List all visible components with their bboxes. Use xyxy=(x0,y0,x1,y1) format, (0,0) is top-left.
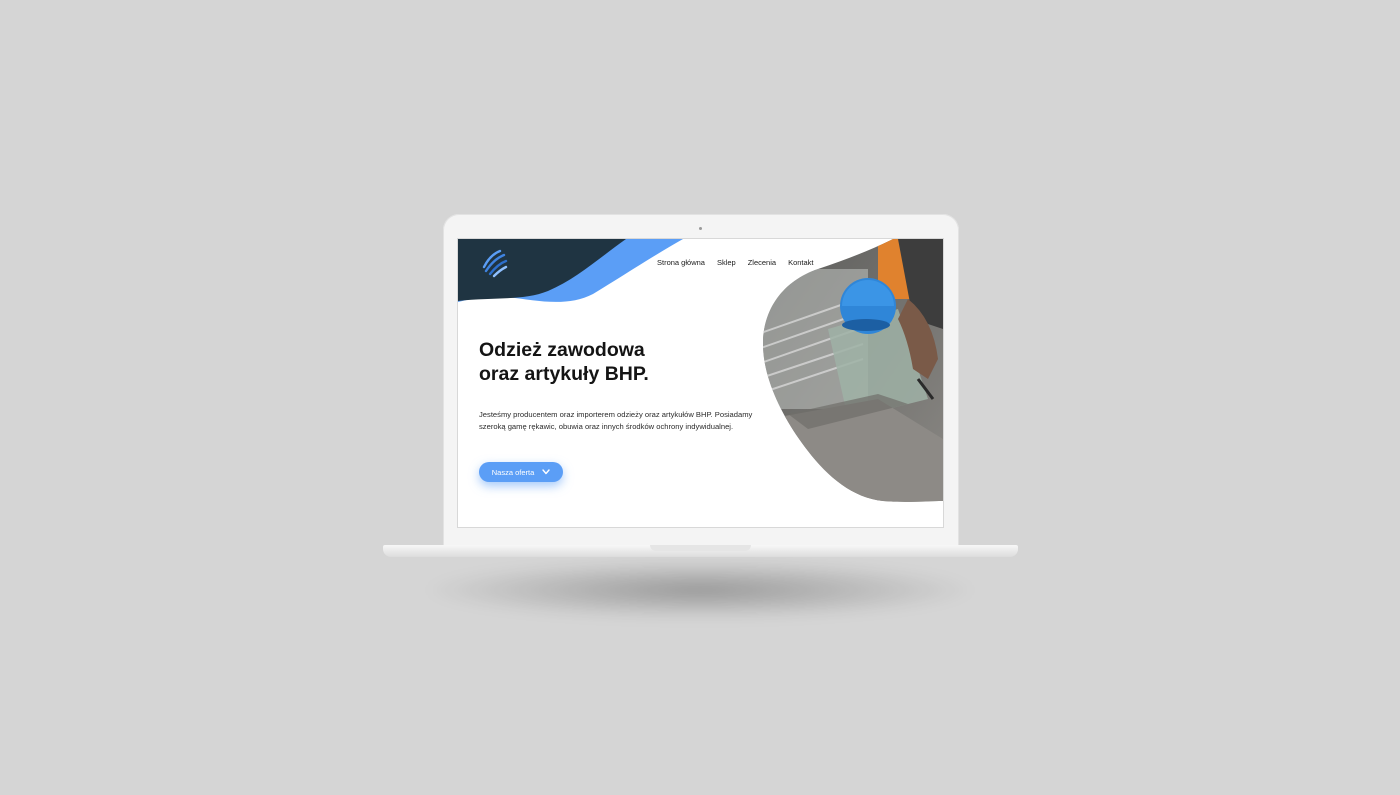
hero-title-line2: oraz artykuły BHP. xyxy=(479,363,649,385)
offer-button-label: Nasza oferta xyxy=(491,467,535,477)
nav-item-home[interactable]: Strona główna xyxy=(657,258,705,267)
camera-icon xyxy=(699,227,702,230)
chevron-down-icon xyxy=(542,469,550,475)
laptop-notch xyxy=(650,545,751,551)
laptop-shadow xyxy=(420,560,980,620)
website-screen: Strona główna Sklep Zlecenia Kontakt Odz… xyxy=(458,239,943,527)
main-nav: Strona główna Sklep Zlecenia Kontakt xyxy=(657,258,814,267)
hero-title: Odzież zawodowa oraz artykuły BHP. xyxy=(479,338,739,386)
hero-title-line1: Odzież zawodowa xyxy=(479,339,645,361)
company-logo xyxy=(482,249,508,278)
offer-button[interactable]: Nasza oferta xyxy=(479,462,563,482)
hero-description: Jesteśmy producentem oraz importerem odz… xyxy=(479,410,753,431)
nav-item-shop[interactable]: Sklep xyxy=(717,258,736,267)
nav-item-contact[interactable]: Kontakt xyxy=(788,258,813,267)
nav-item-orders[interactable]: Zlecenia xyxy=(748,258,776,267)
